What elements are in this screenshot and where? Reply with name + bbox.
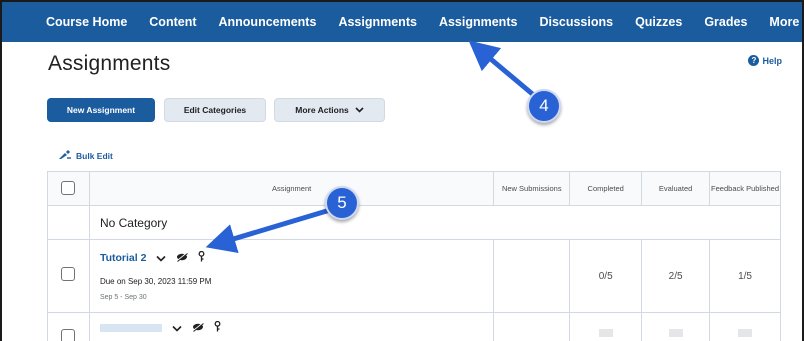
callout-step-5: 5	[325, 186, 359, 220]
arrow-step4	[468, 40, 539, 100]
callout-step-4: 4	[527, 89, 561, 123]
annotation-arrows	[205, 40, 539, 254]
arrow-step5	[205, 207, 333, 254]
